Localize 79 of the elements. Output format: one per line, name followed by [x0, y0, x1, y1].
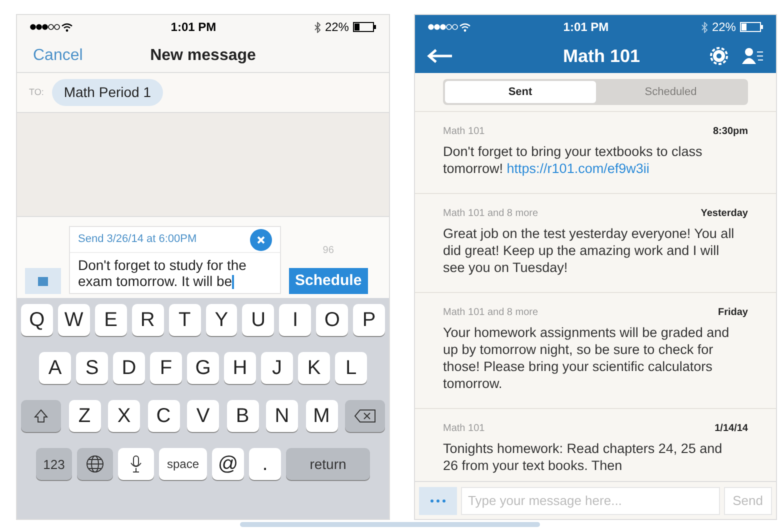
battery-icon [740, 22, 764, 32]
letter-key[interactable]: U [242, 304, 274, 336]
close-button[interactable] [250, 228, 272, 250]
letter-key[interactable]: Q [20, 304, 53, 336]
microphone-icon [130, 455, 142, 474]
contacts-icon[interactable] [742, 47, 764, 65]
message-time: 8:30pm [712, 125, 748, 139]
letter-key[interactable]: V [187, 400, 219, 432]
message-text: Great job on the test yesterday everyone! You all did great! Keep up the amazing work and I will see you on Tuesday! [443, 225, 736, 276]
letter-key[interactable]: Z [68, 400, 100, 432]
to-label: TO: [29, 86, 44, 99]
message-text: Don't forget to bring your textbooks to class tomorrow! https://r101.com/ef9w3ii [443, 143, 704, 177]
letter-key[interactable]: O [316, 304, 348, 336]
letter-key[interactable]: W [58, 304, 90, 336]
numbers-key[interactable]: 123 [36, 448, 72, 480]
letter-key[interactable]: P [353, 304, 386, 336]
letter-key[interactable]: R [132, 304, 164, 336]
scrollbar[interactable] [240, 522, 540, 527]
message-recipients: Math 101 [443, 422, 485, 436]
battery-icon [352, 22, 377, 32]
character-count: 96 [322, 244, 334, 258]
letter-key[interactable]: . [249, 448, 281, 480]
bluetooth-icon [314, 22, 321, 32]
letter-key[interactable]: H [224, 352, 256, 384]
message-text: Your homework assignments will be graded and up by tomorrow night, so be sure to check for those! Please bring your scientific calculators tomorrow. [443, 324, 730, 392]
signal-wifi-icon [29, 22, 73, 32]
letter-key[interactable]: D [113, 352, 145, 384]
globe-key[interactable] [77, 448, 113, 480]
letter-key[interactable]: F [150, 352, 182, 384]
letter-key[interactable]: G [187, 352, 219, 384]
status-time: 1:01 PM [170, 19, 216, 36]
message-recipients: Math 101 and 8 more [443, 306, 538, 320]
letter-key[interactable]: M [306, 400, 338, 432]
message-time: Friday [718, 306, 748, 320]
delete-key[interactable] [345, 400, 385, 432]
battery-percent: 22% [324, 19, 349, 36]
calendar-button[interactable] [25, 268, 61, 294]
schedule-button[interactable]: Schedule [289, 268, 368, 294]
message-time: Yesterday [700, 207, 748, 221]
space-key[interactable]: space [159, 448, 207, 480]
settings-icon[interactable] [710, 47, 728, 65]
shift-arrow-icon [33, 408, 49, 424]
shift-key[interactable] [21, 400, 61, 432]
backspace-icon [354, 409, 376, 424]
message-time: 1/14/14 [714, 422, 748, 436]
message-recipients: Math 101 [443, 125, 485, 139]
letter-key[interactable]: S [76, 352, 108, 384]
letter-key[interactable]: I [279, 304, 312, 336]
battery-percent: 22% [712, 19, 736, 36]
letter-key[interactable]: L [335, 352, 367, 384]
letter-key[interactable]: Y [206, 304, 238, 336]
letter-key[interactable]: K [298, 352, 330, 384]
segment-tab[interactable]: Sent [445, 81, 596, 103]
status-time: 1:01 PM [563, 19, 609, 36]
screen-title: New message [150, 46, 256, 66]
letter-key[interactable]: A [39, 352, 71, 384]
letter-key[interactable]: @ [212, 448, 244, 480]
close-icon [257, 236, 265, 244]
letter-key[interactable]: J [261, 352, 293, 384]
dots-icon [430, 498, 446, 502]
message-field[interactable]: Type your message here... [461, 486, 720, 514]
return-key[interactable]: return [286, 448, 370, 480]
bluetooth-icon [700, 22, 708, 32]
letter-key[interactable]: B [226, 400, 258, 432]
back-arrow-icon[interactable] [427, 48, 453, 64]
letter-key[interactable]: N [266, 400, 298, 432]
message-input[interactable]: Don't forget to study for the exam tomorrow. It will be [70, 253, 280, 294]
message-recipients: Math 101 and 8 more [443, 207, 538, 221]
letter-key[interactable]: C [148, 400, 180, 432]
letter-key[interactable]: T [168, 304, 200, 336]
globe-icon [86, 455, 104, 474]
microphone-key[interactable] [118, 448, 154, 480]
schedule-note: Send 3/26/14 at 6:00PM [78, 232, 197, 248]
letter-key[interactable]: X [108, 400, 140, 432]
letter-key[interactable]: E [94, 304, 127, 336]
signal-wifi-icon [427, 22, 471, 32]
screen-title: Math 101 [562, 44, 640, 68]
recipient-chip[interactable]: Math Period 1 [52, 79, 164, 106]
message-text: Tonights homework: Read chapters 24, 25 and 26 from your text books. Then [443, 440, 724, 474]
